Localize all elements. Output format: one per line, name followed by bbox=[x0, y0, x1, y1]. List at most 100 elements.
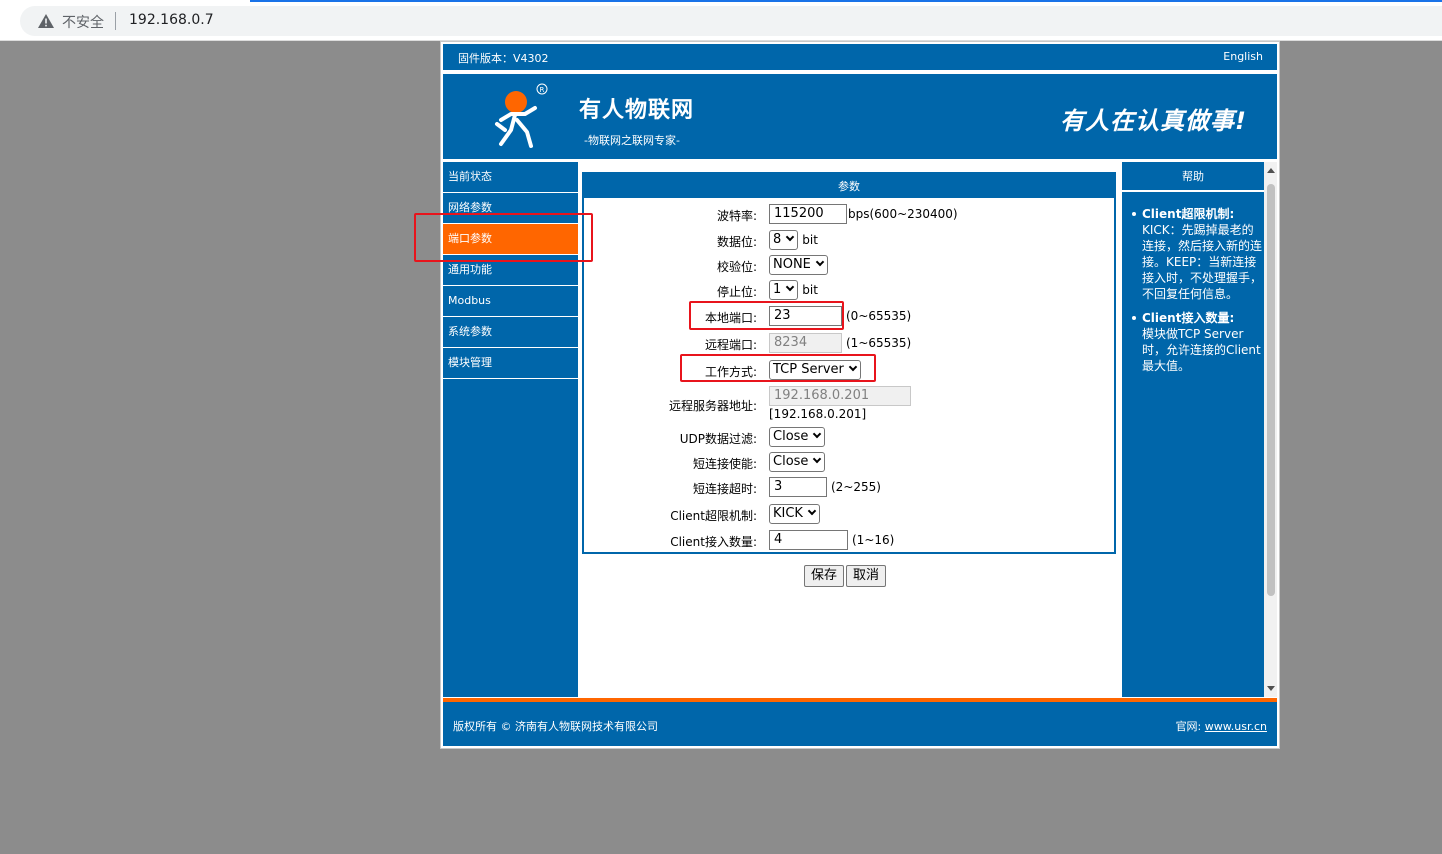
udp-filter-label: UDP数据过滤: bbox=[679, 432, 757, 446]
help-title: 帮助 bbox=[1122, 162, 1264, 192]
row-local-port: 本地端口: 23 (0~65535) bbox=[584, 306, 1114, 328]
udp-filter-value: Close bbox=[773, 429, 809, 444]
baud-input[interactable]: 115200 bbox=[769, 204, 847, 224]
short-timeout-input[interactable]: 3 bbox=[769, 477, 827, 497]
client-limit-label: Client超限机制: bbox=[670, 509, 757, 523]
udp-filter-select[interactable]: Close bbox=[769, 427, 826, 447]
chevron-down-icon bbox=[786, 232, 795, 242]
help-item-body: KICK：先踢掉最老的连接，然后接入新的连接。KEEP：当新连接接入时，不处理握… bbox=[1142, 223, 1263, 301]
databits-hint: bit bbox=[802, 233, 818, 247]
row-short-timeout: 短连接超时: 3 (2~255) bbox=[584, 477, 1114, 499]
chevron-down-icon bbox=[815, 257, 825, 267]
stopbits-value: 1 bbox=[773, 282, 782, 297]
chevron-down-icon bbox=[786, 282, 795, 292]
short-conn-select[interactable]: Close bbox=[769, 452, 826, 472]
top-bar: 固件版本：V4302 English bbox=[443, 44, 1277, 70]
copyright-text: 版权所有 © 济南有人物联网技术有限公司 bbox=[453, 720, 658, 733]
chevron-down-icon bbox=[813, 429, 822, 439]
row-udp-filter: UDP数据过滤: Close bbox=[584, 427, 1114, 449]
baud-label: 波特率: bbox=[716, 209, 757, 223]
local-port-hint: (0~65535) bbox=[846, 309, 912, 323]
sidebar-item-module[interactable]: 模块管理 bbox=[443, 348, 578, 379]
logo-runner-icon: R bbox=[495, 83, 548, 148]
url-text[interactable]: 192.168.0.7 bbox=[129, 12, 214, 28]
short-conn-label: 短连接使能: bbox=[692, 457, 757, 471]
help-item: Client超限机制: KICK：先踢掉最老的连接，然后接入新的连接。KEEP：… bbox=[1130, 206, 1264, 302]
warning-icon[interactable] bbox=[38, 14, 54, 28]
params-title: 参数 bbox=[584, 174, 1114, 198]
loading-line bbox=[250, 0, 1442, 2]
parity-select[interactable]: NONE bbox=[769, 255, 828, 275]
firmware-version: 固件版本：V4302 bbox=[458, 52, 549, 65]
row-baud: 波特率: 115200 bps(600~230400) bbox=[584, 204, 1114, 226]
language-link[interactable]: English bbox=[1223, 50, 1263, 63]
scroll-thumb[interactable] bbox=[1267, 184, 1275, 596]
row-stopbits: 停止位: 1 bit bbox=[584, 280, 1114, 302]
help-item-body: 模块做TCP Server时，允许连接的Client最大值。 bbox=[1142, 327, 1261, 373]
remote-port-input: 8234 bbox=[769, 333, 842, 353]
cancel-button[interactable]: 取消 bbox=[846, 565, 887, 587]
banner: R 有人物联网 -物联网之联网专家- 有人在认真做事! bbox=[443, 74, 1277, 159]
row-remote-port: 远程端口: 8234 (1~65535) bbox=[584, 333, 1114, 355]
parity-value: NONE bbox=[773, 257, 811, 272]
help-scrollbar[interactable] bbox=[1264, 162, 1277, 697]
brand-tagline: -物联网之联网专家- bbox=[584, 134, 680, 147]
help-item-title: Client接入数量: bbox=[1142, 311, 1235, 325]
short-conn-value: Close bbox=[773, 454, 809, 469]
client-count-label: Client接入数量: bbox=[670, 535, 757, 549]
scroll-up-icon[interactable] bbox=[1267, 168, 1275, 173]
remote-port-hint: (1~65535) bbox=[846, 336, 912, 350]
databits-value: 8 bbox=[773, 232, 782, 247]
router-config-page: 固件版本：V4302 English R 有人物联网 -物联网之联网专家- 有人… bbox=[440, 41, 1280, 749]
svg-text:R: R bbox=[540, 86, 545, 94]
help-list: Client超限机制: KICK：先踢掉最老的连接，然后接入新的连接。KEEP：… bbox=[1122, 192, 1264, 374]
remote-port-label: 远程端口: bbox=[704, 338, 757, 352]
highlight-local-port bbox=[689, 301, 844, 330]
stopbits-hint: bit bbox=[802, 283, 818, 297]
row-short-conn: 短连接使能: Close bbox=[584, 452, 1114, 474]
slogan: 有人在认真做事! bbox=[1060, 107, 1247, 135]
chevron-down-icon bbox=[813, 454, 822, 464]
short-timeout-hint: (2~255) bbox=[831, 480, 881, 494]
row-client-count: Client接入数量: 4 (1~16) bbox=[584, 530, 1114, 552]
help-panel: 帮助 Client超限机制: KICK：先踢掉最老的连接，然后接入新的连接。KE… bbox=[1122, 162, 1264, 697]
security-label[interactable]: 不安全 bbox=[62, 12, 104, 32]
site-link[interactable]: www.usr.cn bbox=[1205, 720, 1267, 733]
stopbits-select[interactable]: 1 bbox=[769, 280, 799, 300]
row-databits: 数据位: 8 bit bbox=[584, 230, 1114, 252]
browser-bar: 不安全 192.168.0.7 bbox=[0, 0, 1442, 41]
databits-select[interactable]: 8 bbox=[769, 230, 799, 250]
parity-label: 校验位: bbox=[716, 260, 757, 274]
remote-addr-resolved: [192.168.0.201] bbox=[769, 407, 867, 421]
highlight-work-mode bbox=[680, 354, 876, 382]
sidebar-item-modbus[interactable]: Modbus bbox=[443, 286, 578, 317]
remote-addr-input: 192.168.0.201 bbox=[769, 386, 911, 406]
brand-name: 有人物联网 bbox=[579, 98, 695, 123]
help-item: Client接入数量: 模块做TCP Server时，允许连接的Client最大… bbox=[1130, 310, 1264, 374]
baud-hint: bps(600~230400) bbox=[848, 207, 958, 221]
chevron-down-icon bbox=[807, 506, 817, 516]
sidebar-item-system[interactable]: 系统参数 bbox=[443, 317, 578, 348]
address-bar[interactable] bbox=[20, 6, 1442, 36]
form-buttons: 保存 取消 bbox=[804, 565, 888, 587]
help-item-title: Client超限机制: bbox=[1142, 207, 1235, 221]
client-count-hint: (1~16) bbox=[852, 533, 895, 547]
client-limit-select[interactable]: KICK bbox=[769, 504, 820, 524]
omnibox-divider bbox=[115, 12, 116, 30]
short-timeout-label: 短连接超时: bbox=[692, 482, 757, 496]
client-limit-value: KICK bbox=[773, 506, 803, 521]
remote-addr-label: 远程服务器地址: bbox=[668, 399, 757, 413]
row-client-limit: Client超限机制: KICK bbox=[584, 504, 1114, 526]
footer: 版权所有 © 济南有人物联网技术有限公司 官网: www.usr.cn bbox=[443, 702, 1277, 746]
save-button[interactable]: 保存 bbox=[804, 565, 845, 587]
highlight-port-menu bbox=[414, 213, 593, 262]
site-label: 官网: bbox=[1175, 720, 1202, 733]
stopbits-label: 停止位: bbox=[716, 285, 757, 299]
sidebar-item-status[interactable]: 当前状态 bbox=[443, 162, 578, 193]
row-remote-addr: 远程服务器地址: 192.168.0.201 [192.168.0.201] bbox=[584, 386, 1114, 424]
row-parity: 校验位: NONE bbox=[584, 255, 1114, 277]
client-count-input[interactable]: 4 bbox=[769, 530, 848, 550]
scroll-down-icon[interactable] bbox=[1267, 686, 1275, 691]
official-site: 官网: www.usr.cn bbox=[1176, 718, 1267, 734]
databits-label: 数据位: bbox=[716, 235, 757, 249]
